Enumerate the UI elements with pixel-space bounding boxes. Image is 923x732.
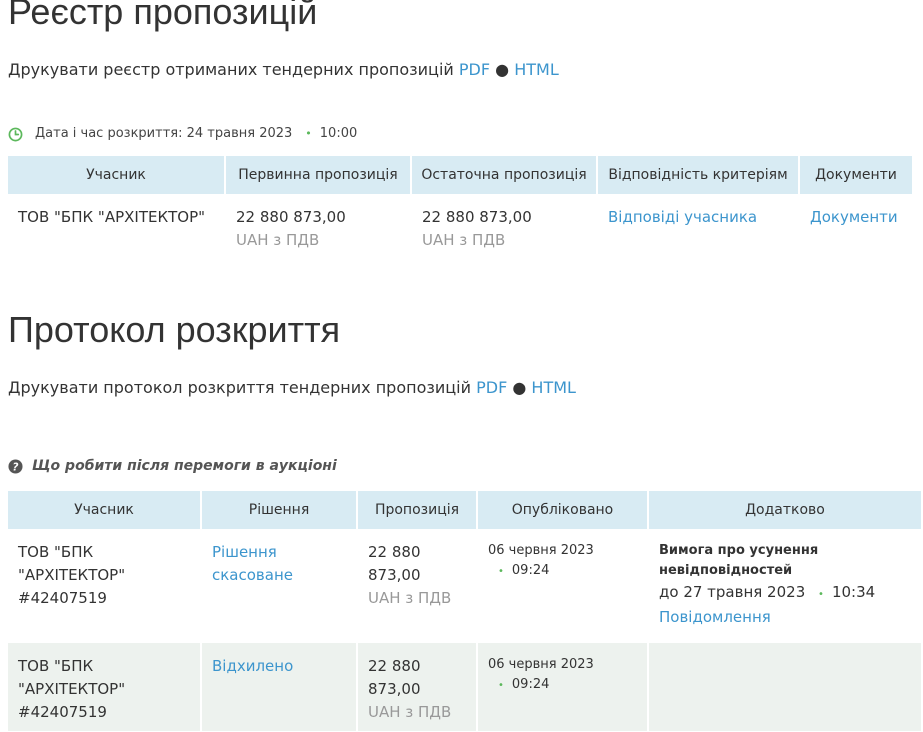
final-amount: 22 880 873,00 (422, 208, 532, 226)
col-additional: Додатково (649, 491, 921, 529)
registry-criteria: Відповіді учасника (598, 194, 798, 262)
registry-table-header: Учасник Первинна пропозиція Остаточна пр… (8, 156, 912, 194)
registry-html-link[interactable]: HTML (514, 60, 559, 79)
published-time: 09:24 (511, 677, 550, 692)
protocol-print-text: Друкувати протокол розкриття тендерних п… (8, 378, 471, 397)
protocol-published: 06 червня 2023 • 09:24 (478, 529, 647, 643)
col-final-offer: Остаточна пропозиція (412, 156, 596, 194)
time-dot: • (498, 680, 504, 691)
registry-participant: ТОВ "БПК "АРХІТЕКТОР" (18, 208, 206, 226)
published-date: 06 червня 2023 (488, 657, 594, 672)
participant-name-line: "АРХІТЕКТОР" (18, 566, 126, 584)
decision-link-line: Рішення (212, 543, 277, 561)
col-initial-offer: Первинна пропозиція (226, 156, 410, 194)
clock-icon (8, 127, 23, 141)
registry-print-line: Друкувати реєстр отриманих тендерних про… (8, 59, 559, 81)
opening-date-label: Дата і час розкриття: 24 травня 2023 (35, 126, 293, 141)
decision-link-line: скасоване (212, 566, 293, 584)
requirement-title-line: невідповідностей (659, 563, 793, 578)
offer-currency: UAH з ПДВ (368, 589, 452, 607)
opening-time: 10:00 (319, 126, 358, 141)
protocol-title: Протокол розкриття (8, 309, 341, 350)
protocol-offer: 22 880 873,00 UAH з ПДВ (358, 643, 476, 731)
col-published: Опубліковано (478, 491, 647, 529)
participant-answers-link[interactable]: Відповіді учасника (608, 208, 757, 226)
published-date: 06 червня 2023 (488, 543, 594, 558)
col-offer: Пропозиція (358, 491, 476, 529)
decision-link[interactable]: Рішення скасоване (212, 541, 346, 587)
protocol-additional (649, 643, 921, 731)
offer-amount-line: 22 880 (368, 657, 421, 675)
opening-dot: • (305, 127, 312, 140)
initial-amount: 22 880 873,00 (236, 208, 346, 226)
opening-date-line: Дата і час розкриття: 24 травня 2023 • 1… (8, 124, 357, 144)
deadline-dot: • (818, 589, 824, 600)
offer-currency: UAH з ПДВ (368, 703, 452, 721)
participant-name-line: ТОВ "БПК (18, 657, 94, 675)
protocol-offer: 22 880 873,00 UAH з ПДВ (358, 529, 476, 643)
protocol-html-link[interactable]: HTML (531, 378, 576, 397)
col-participant: Учасник (8, 156, 224, 194)
col-decision: Рішення (202, 491, 356, 529)
initial-currency: UAH з ПДВ (236, 231, 320, 249)
offer-amount-line: 873,00 (368, 680, 421, 698)
published-time: 09:24 (511, 563, 550, 578)
requirement-time: 10:34 (831, 583, 876, 601)
participant-name-line: "АРХІТЕКТОР" (18, 680, 126, 698)
registry-final-offer: 22 880 873,00 UAH з ПДВ (412, 194, 596, 262)
help-link[interactable]: Що робити після перемоги в аукціоні (32, 458, 337, 474)
protocol-additional: Вимога про усунення невідповідностей до … (649, 529, 921, 643)
protocol-participant: ТОВ "БПК "АРХІТЕКТОР" #42407519 (8, 643, 200, 731)
participant-id: #42407519 (18, 589, 107, 607)
requirement-title-line: Вимога про усунення (659, 543, 819, 558)
offer-amount-line: 873,00 (368, 566, 421, 584)
requirement-deadline: до 27 травня 2023 (659, 583, 806, 601)
protocol-separator: ● (512, 378, 527, 397)
documents-link[interactable]: Документи (810, 208, 898, 226)
question-circle-icon: ? (8, 458, 23, 474)
offer-amount-line: 22 880 (368, 543, 421, 561)
registry-initial-offer: 22 880 873,00 UAH з ПДВ (226, 194, 410, 262)
protocol-participant: ТОВ "БПК "АРХІТЕКТОР" #42407519 (8, 529, 200, 643)
table-row: ТОВ "БПК "АРХІТЕКТОР" 22 880 873,00 UAH … (8, 194, 912, 262)
protocol-pdf-link[interactable]: PDF (476, 378, 507, 397)
protocol-print-line: Друкувати протокол розкриття тендерних п… (8, 377, 576, 399)
published-time-line: • 09:24 (488, 675, 637, 696)
col-documents: Документи (800, 156, 912, 194)
decision-link[interactable]: Відхилено (212, 655, 346, 678)
registry-table: Учасник Первинна пропозиція Остаточна пр… (6, 156, 914, 262)
table-row: ТОВ "БПК "АРХІТЕКТОР" #42407519 Відхилен… (8, 643, 921, 731)
col-criteria: Відповідність критеріям (598, 156, 798, 194)
final-currency: UAH з ПДВ (422, 231, 506, 249)
protocol-decision: Відхилено (202, 643, 356, 731)
registry-title: Реєстр пропозицій (8, 0, 318, 32)
participant-id: #42407519 (18, 703, 107, 721)
col-participant: Учасник (8, 491, 200, 529)
registry-separator: ● (495, 60, 510, 79)
registry-print-text: Друкувати реєстр отриманих тендерних про… (8, 60, 454, 79)
svg-text:?: ? (13, 461, 19, 473)
requirement-deadline-line: до 27 травня 2023 • 10:34 (659, 581, 911, 606)
time-dot: • (498, 566, 504, 577)
registry-pdf-link[interactable]: PDF (459, 60, 490, 79)
protocol-table: Учасник Рішення Пропозиція Опубліковано … (6, 491, 923, 731)
protocol-published: 06 червня 2023 • 09:24 (478, 643, 647, 731)
help-line[interactable]: ? Що робити після перемоги в аукціоні (8, 458, 337, 474)
registry-documents: Документи (800, 194, 912, 262)
notification-link[interactable]: Повідомлення (659, 606, 911, 629)
table-row: ТОВ "БПК "АРХІТЕКТОР" #42407519 Рішення … (8, 529, 921, 643)
protocol-table-header: Учасник Рішення Пропозиція Опубліковано … (8, 491, 921, 529)
published-time-line: • 09:24 (488, 561, 637, 582)
protocol-decision: Рішення скасоване (202, 529, 356, 643)
participant-name-line: ТОВ "БПК (18, 543, 94, 561)
